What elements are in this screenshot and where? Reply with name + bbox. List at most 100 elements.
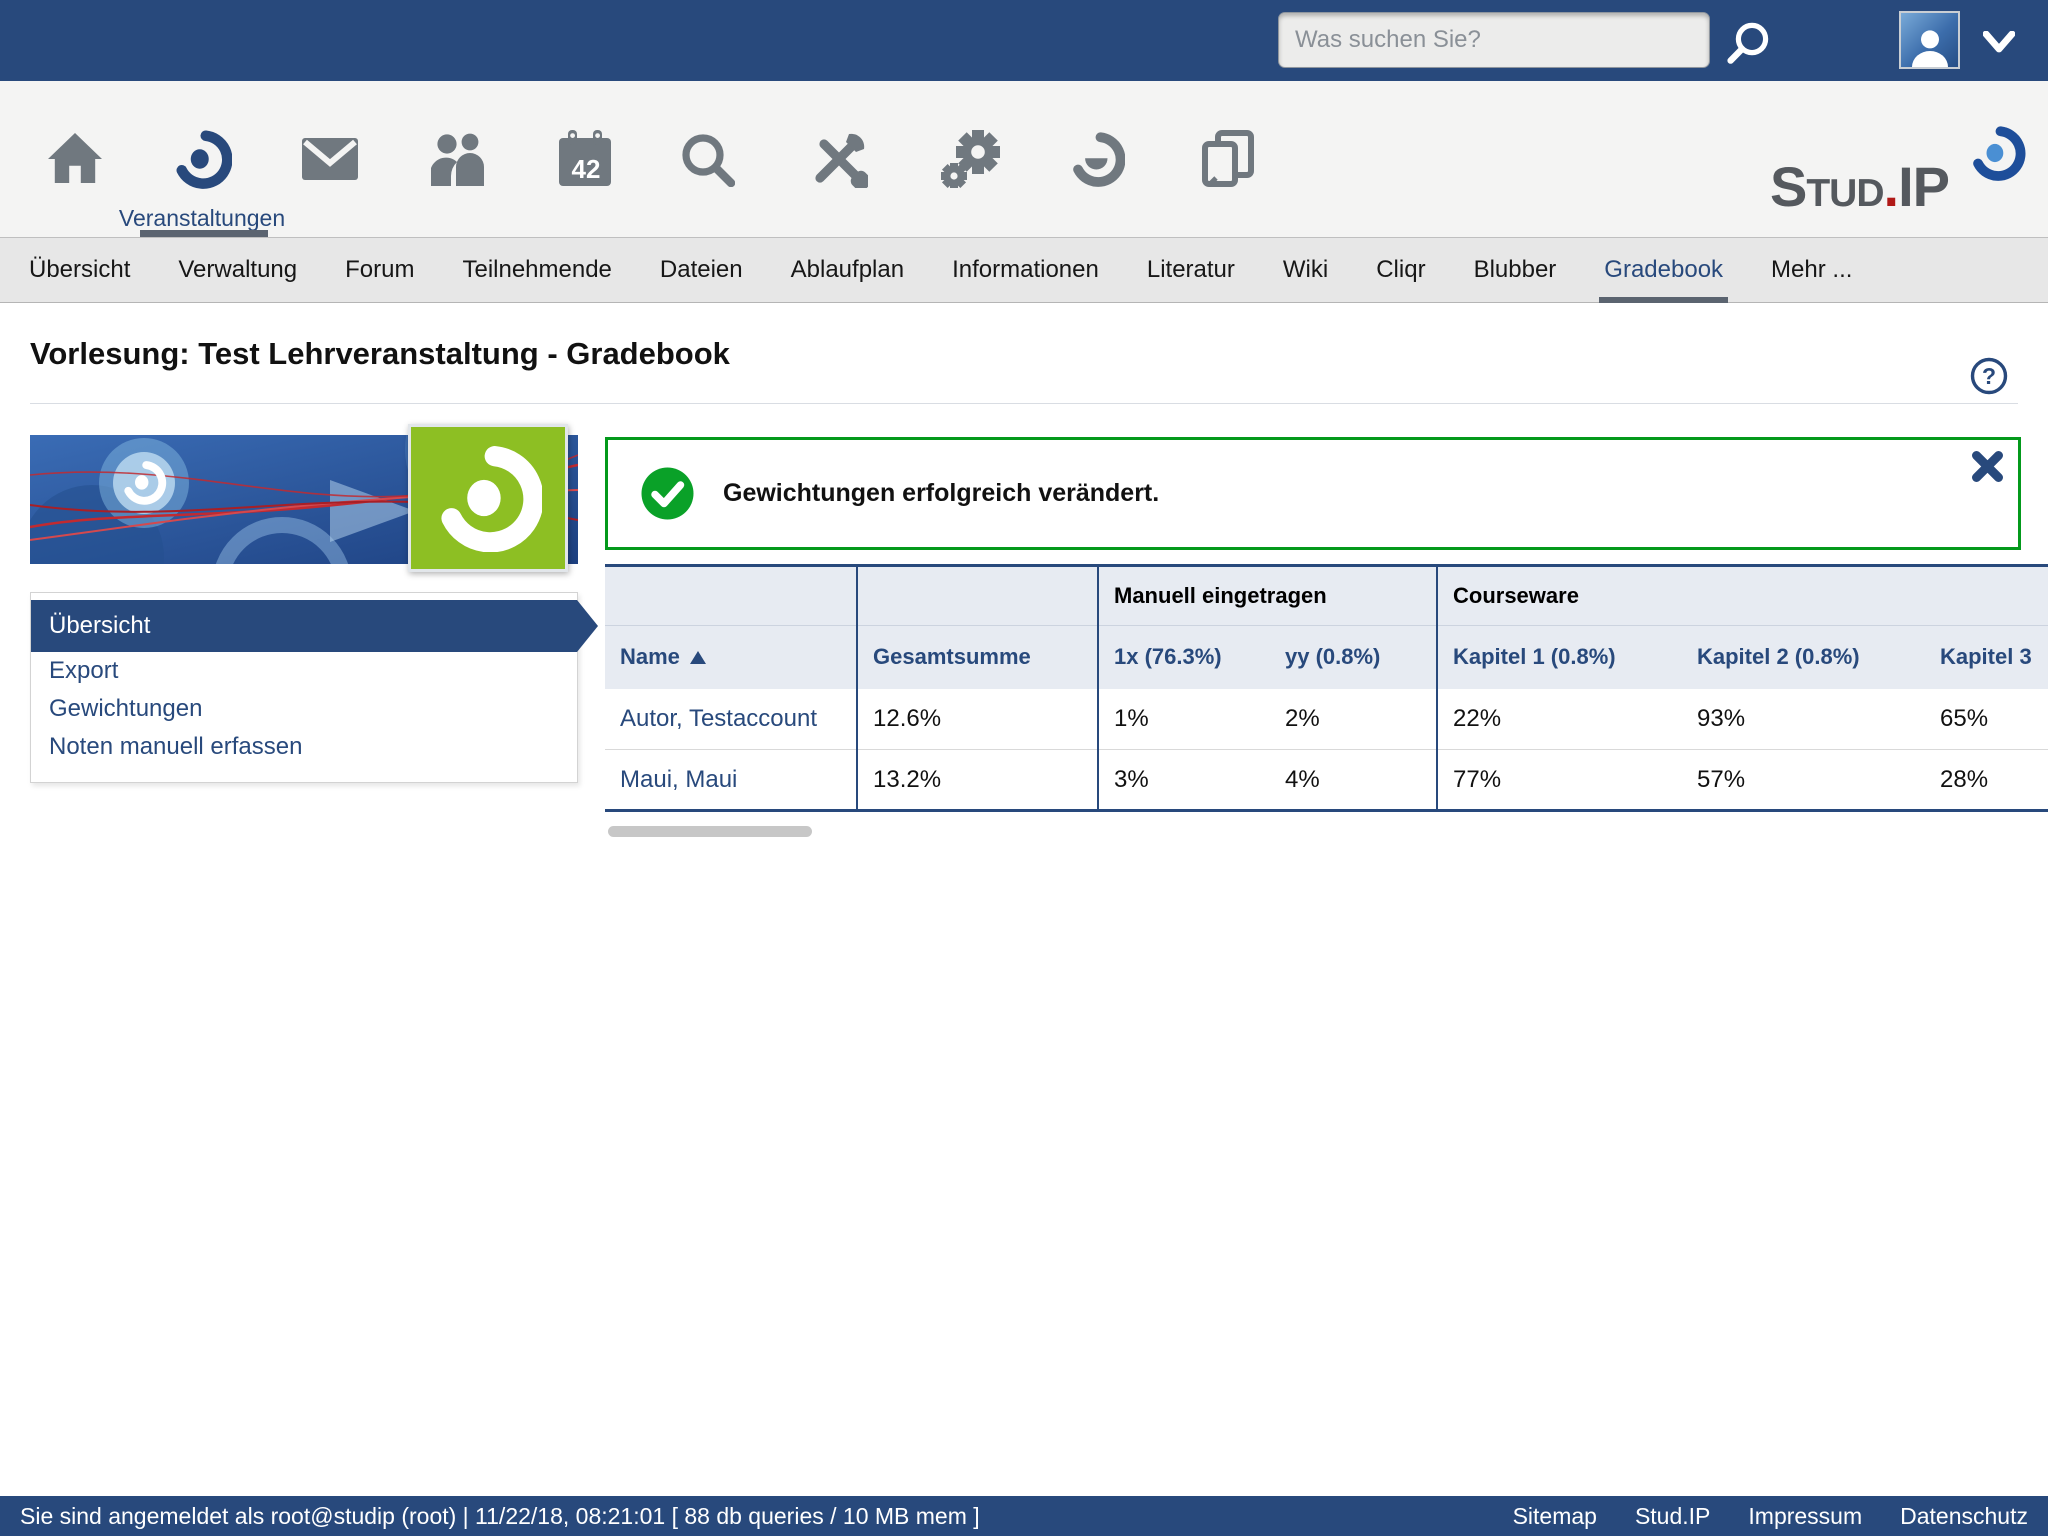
studip-logo: Stud.IP xyxy=(1766,117,2032,229)
studip-logo-swirl-icon xyxy=(1962,125,2032,186)
footer-link-studip[interactable]: Stud.IP xyxy=(1635,1503,1710,1530)
cell-kapitel-2: 57% xyxy=(1682,750,1925,811)
table-row: Maui, Maui 13.2% 3% 4% 77% 57% 28% xyxy=(605,750,2048,811)
course-tab-bar: Übersicht Verwaltung Forum Teilnehmende … xyxy=(0,238,2048,303)
toolbar-feedback[interactable] xyxy=(1065,128,1129,190)
tab-wiki[interactable]: Wiki xyxy=(1266,238,1345,302)
tab-literatur[interactable]: Literatur xyxy=(1130,238,1252,302)
toolbar-active-label[interactable]: Veranstaltungen xyxy=(119,205,285,232)
horizontal-scrollbar-thumb[interactable] xyxy=(608,826,812,837)
cell-kapitel-3: 28% xyxy=(1925,750,2048,811)
success-alert-text: Gewichtungen erfolgreich verändert. xyxy=(723,479,1159,508)
sidebar-item-noten-manuell-erfassen[interactable]: Noten manuell erfassen xyxy=(31,728,577,766)
toolbar-veranstaltungen[interactable] xyxy=(170,128,234,190)
sidebar-menu: Übersicht Export Gewichtungen Noten manu… xyxy=(30,592,578,783)
tab-blubber[interactable]: Blubber xyxy=(1457,238,1574,302)
tab-ablaufplan[interactable]: Ablaufplan xyxy=(774,238,921,302)
success-alert: Gewichtungen erfolgreich verändert. xyxy=(605,437,2021,550)
student-name-link[interactable]: Maui, Maui xyxy=(605,750,857,811)
search-icon[interactable] xyxy=(1727,20,1771,69)
cell-yy: 2% xyxy=(1270,689,1437,750)
tab-gradebook[interactable]: Gradebook xyxy=(1587,238,1740,302)
login-status-text: Sie sind angemeldet als root@studip (roo… xyxy=(20,1503,980,1530)
page-title-bar: Vorlesung: Test Lehrveranstaltung - Grad… xyxy=(0,303,2048,404)
user-avatar[interactable] xyxy=(1899,11,1960,69)
toolbar-active-underline xyxy=(140,230,268,237)
veranstaltungen-icon xyxy=(172,129,232,189)
tab-cliqr[interactable]: Cliqr xyxy=(1359,238,1442,302)
tab-forum[interactable]: Forum xyxy=(328,238,431,302)
cell-1x: 3% xyxy=(1098,750,1270,811)
svg-text:42: 42 xyxy=(572,154,601,184)
toolbar-search[interactable] xyxy=(675,128,739,190)
gradebook-table: Manuell eingetragen Courseware Name Gesa… xyxy=(605,564,2048,812)
tab-verwaltung[interactable]: Verwaltung xyxy=(161,238,314,302)
toolbar-tools[interactable] xyxy=(807,128,871,190)
column-header-gesamtsumme: Gesamtsumme xyxy=(857,626,1098,689)
tab-mehr[interactable]: Mehr ... xyxy=(1754,238,1869,302)
cell-kapitel-1: 22% xyxy=(1437,689,1682,750)
tab-uebersicht[interactable]: Übersicht xyxy=(12,238,147,302)
chevron-down-icon[interactable] xyxy=(1983,31,2015,58)
course-avatar-swirl-icon xyxy=(434,444,542,552)
svg-text:?: ? xyxy=(1982,363,1996,389)
gear-icon xyxy=(940,130,1000,188)
cell-gesamtsumme: 13.2% xyxy=(857,750,1098,811)
sort-asc-icon xyxy=(690,651,706,664)
footer-link-datenschutz[interactable]: Datenschutz xyxy=(1900,1503,2028,1530)
toolbar-admin[interactable] xyxy=(938,128,1002,190)
success-check-icon xyxy=(640,466,695,521)
student-name-link[interactable]: Autor, Testaccount xyxy=(605,689,857,750)
pages-icon xyxy=(1202,130,1254,188)
main-icon-toolbar: 42 Veranstaltungen Stud.IP xyxy=(0,81,2048,238)
feedback-swirl-icon xyxy=(1069,131,1125,187)
cell-yy: 4% xyxy=(1270,750,1437,811)
tab-dateien[interactable]: Dateien xyxy=(643,238,760,302)
toolbar-community[interactable] xyxy=(427,128,491,190)
column-header-1x: 1x (76.3%) xyxy=(1098,626,1270,689)
footer-link-impressum[interactable]: Impressum xyxy=(1748,1503,1862,1530)
cell-gesamtsumme: 12.6% xyxy=(857,689,1098,750)
search-input[interactable] xyxy=(1278,12,1710,68)
home-icon xyxy=(46,131,104,187)
column-header-kapitel-3: Kapitel 3 xyxy=(1925,626,2048,689)
sidebar: Übersicht Export Gewichtungen Noten manu… xyxy=(30,435,578,783)
mail-icon xyxy=(301,136,359,182)
help-icon[interactable]: ? xyxy=(1970,357,2008,395)
toolbar-messages[interactable] xyxy=(298,128,362,190)
main-panel: Gewichtungen erfolgreich verändert. xyxy=(605,437,2048,837)
status-bar: Sie sind angemeldet als root@studip (roo… xyxy=(0,1496,2048,1536)
page-title: Vorlesung: Test Lehrveranstaltung - Grad… xyxy=(30,336,730,372)
table-group-header-row: Manuell eingetragen Courseware xyxy=(605,566,2048,626)
toolbar-home[interactable] xyxy=(43,128,107,190)
group-header-manuell: Manuell eingetragen xyxy=(1098,566,1437,626)
course-banner xyxy=(30,435,578,564)
footer-links: Sitemap Stud.IP Impressum Datenschutz xyxy=(1513,1503,2028,1530)
magnifier-icon xyxy=(679,131,735,187)
footer-link-sitemap[interactable]: Sitemap xyxy=(1513,1503,1597,1530)
sidebar-item-export[interactable]: Export xyxy=(31,652,577,690)
close-icon[interactable] xyxy=(1971,450,2004,483)
column-header-name-label: Name xyxy=(620,644,680,669)
studip-logo-text: Stud.IP xyxy=(1770,159,1949,215)
table-column-header-row: Name Gesamtsumme 1x (76.3%) yy (0.8%) Ka… xyxy=(605,626,2048,689)
tab-informationen[interactable]: Informationen xyxy=(935,238,1116,302)
course-avatar xyxy=(408,424,568,572)
group-header-blank xyxy=(605,566,857,626)
column-header-name[interactable]: Name xyxy=(605,626,857,689)
sidebar-item-uebersicht[interactable]: Übersicht xyxy=(31,600,577,652)
sidebar-item-gewichtungen[interactable]: Gewichtungen xyxy=(31,690,577,728)
tab-teilnehmende[interactable]: Teilnehmende xyxy=(445,238,628,302)
community-icon xyxy=(429,132,489,186)
toolbar-schedule[interactable]: 42 xyxy=(553,128,617,190)
column-header-kapitel-1: Kapitel 1 (0.8%) xyxy=(1437,626,1682,689)
tools-icon xyxy=(810,130,868,188)
content-area: Übersicht Export Gewichtungen Noten manu… xyxy=(0,404,2048,1496)
cell-kapitel-3: 65% xyxy=(1925,689,2048,750)
cell-kapitel-1: 77% xyxy=(1437,750,1682,811)
group-header-blank xyxy=(857,566,1098,626)
table-row: Autor, Testaccount 12.6% 1% 2% 22% 93% 6… xyxy=(605,689,2048,750)
group-header-courseware: Courseware xyxy=(1437,566,2048,626)
toolbar-pages[interactable] xyxy=(1196,128,1260,190)
column-header-kapitel-2: Kapitel 2 (0.8%) xyxy=(1682,626,1925,689)
